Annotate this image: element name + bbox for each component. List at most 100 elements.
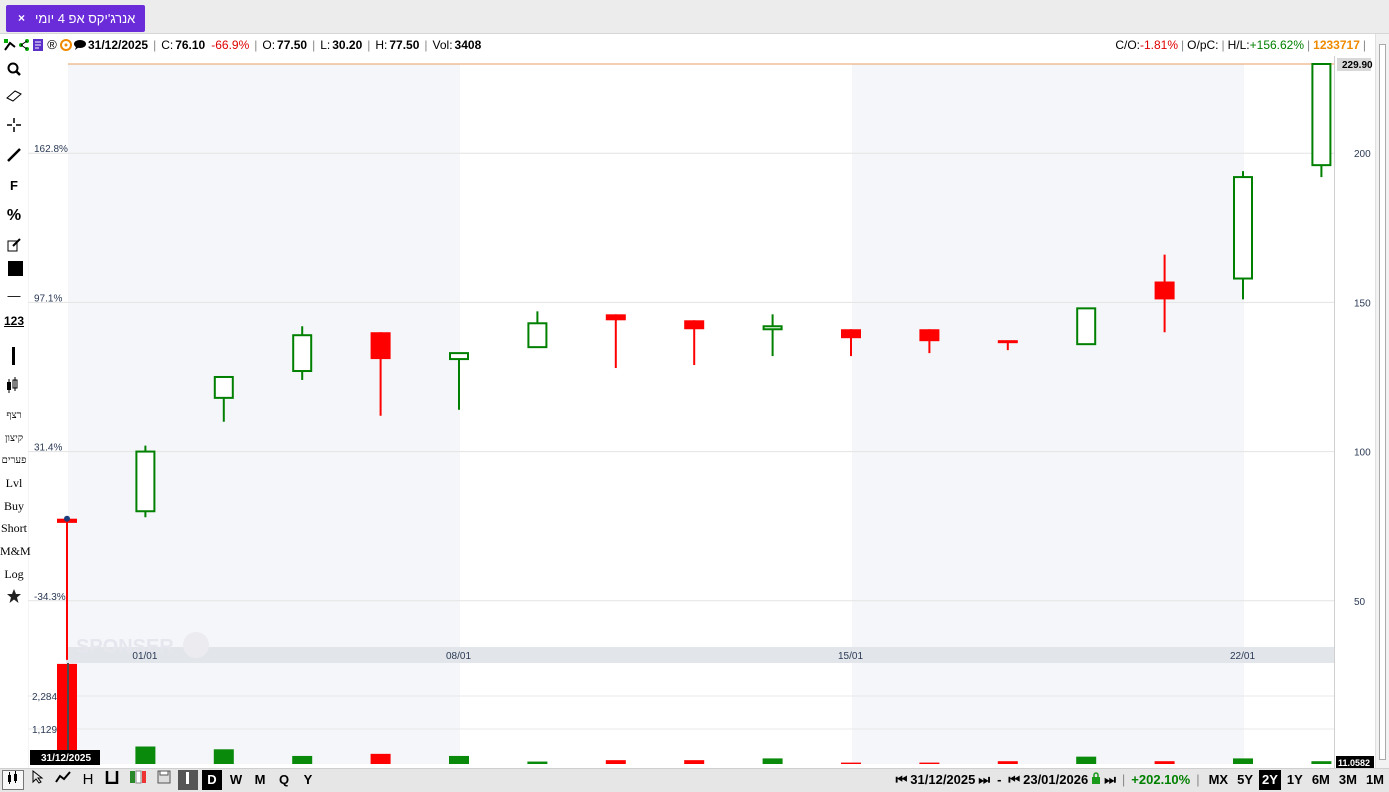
volume-axis-tick: 1,129 — [32, 725, 57, 736]
registered-icon[interactable]: ® — [46, 38, 58, 51]
chart-type-icon[interactable] — [4, 39, 16, 51]
range-2y[interactable]: 2Y — [1259, 770, 1281, 790]
close-value: 76.10 — [175, 38, 206, 52]
change-value: -66.9% — [211, 38, 250, 52]
edit-icon[interactable] — [0, 238, 28, 255]
candle-body-16 — [1311, 63, 1332, 167]
volume-axis-tick: 2,284 — [32, 692, 57, 703]
cursor-icon[interactable] — [28, 769, 48, 790]
info-date: 31/12/2025 — [88, 38, 149, 52]
lock-icon[interactable] — [1091, 769, 1101, 791]
range-1m[interactable]: 1M — [1363, 770, 1387, 790]
candle-13 — [1076, 307, 1097, 346]
top-tab-bar: אנרג'יקס אפ 4 יומי × — [0, 0, 1389, 34]
left-toolbar: F % — 123 רצף קיצון פערים Lvl Buy Short … — [0, 56, 31, 768]
color-bars-icon[interactable] — [126, 770, 150, 790]
volume-bar-7 — [605, 760, 626, 764]
rezef-tool[interactable]: רצף — [0, 410, 28, 421]
x-axis-strip — [66, 647, 1334, 663]
candle-3 — [292, 326, 313, 380]
to-date[interactable]: 23/01/2026 — [1023, 769, 1088, 791]
star-icon[interactable] — [0, 589, 28, 606]
scrollbar-thumb[interactable] — [1379, 44, 1386, 760]
open-value: 77.50 — [277, 38, 308, 52]
right-axis-tick: 150 — [1354, 298, 1371, 309]
to-prev-icon[interactable]: ⏮ — [1008, 769, 1020, 791]
color-swatch[interactable] — [0, 260, 28, 281]
watermark-text: SPONSER — [76, 636, 174, 658]
document-icon[interactable] — [32, 39, 44, 51]
log-tool[interactable]: Log — [0, 567, 28, 582]
clock-icon[interactable] — [60, 39, 72, 51]
chart-tab[interactable]: אנרג'יקס אפ 4 יומי × — [6, 5, 146, 32]
eraser-icon[interactable] — [0, 90, 28, 105]
right-axis-tick: 50 — [1354, 597, 1366, 608]
volume-bar-16 — [1311, 761, 1332, 764]
weekly-button[interactable]: W — [226, 770, 246, 790]
vertical-line-tool[interactable] — [0, 347, 28, 368]
yearly-button[interactable]: Y — [298, 770, 318, 790]
share-icon[interactable] — [18, 39, 30, 51]
percent-tool[interactable]: % — [0, 207, 28, 225]
save-icon[interactable] — [154, 770, 174, 790]
buy-tool[interactable]: Buy — [0, 499, 28, 514]
close-tab-icon[interactable]: × — [18, 5, 25, 32]
lvl-tool[interactable]: Lvl — [0, 476, 28, 491]
volume-bar-1 — [135, 746, 156, 764]
vol-label: Vol: — [432, 38, 453, 52]
volume-bar-4 — [370, 753, 391, 764]
range-mx[interactable]: MX — [1206, 770, 1232, 790]
line-chart-icon[interactable] — [52, 770, 74, 790]
candle-body-5 — [449, 352, 469, 361]
range-1y[interactable]: 1Y — [1284, 770, 1306, 790]
line-tool-icon[interactable] — [0, 148, 28, 165]
range-3m[interactable]: 3M — [1336, 770, 1360, 790]
volume-bar-9 — [762, 758, 783, 764]
from-next-icon[interactable]: ⏭ — [978, 769, 990, 791]
short-tool[interactable]: Short — [0, 521, 28, 536]
horizontal-line-tool[interactable]: — — [0, 288, 28, 303]
hlc-icon[interactable]: H — [78, 770, 98, 790]
volume-value-label: 11.0582 — [1338, 758, 1370, 768]
open-label: O: — [262, 38, 276, 52]
monthly-button[interactable]: M — [250, 770, 270, 790]
candle-7 — [605, 314, 626, 369]
candle-type-button[interactable] — [2, 770, 24, 790]
intraday-button[interactable] — [178, 770, 198, 790]
fibonacci-tool[interactable]: F — [0, 178, 28, 193]
vol-value: 3408 — [454, 38, 482, 52]
volume-bar-2 — [213, 749, 234, 764]
to-end-icon[interactable]: ⏭ — [1104, 769, 1116, 791]
candle-9 — [762, 314, 783, 357]
left-axis-tick: 162.8% — [34, 144, 68, 155]
paarim-tool[interactable]: פערים — [0, 455, 28, 466]
low-label: L: — [320, 38, 331, 52]
bottom-toolbar: H D W M Q Y ⏮ 31/12/2025 ⏭ - ⏮ 23/01/202… — [0, 768, 1389, 792]
mm-tool[interactable]: M&M — [0, 544, 31, 559]
candle-body-14 — [1154, 281, 1175, 300]
rewind-start-icon[interactable]: ⏮ — [896, 769, 908, 791]
kitzun-tool[interactable]: קיצון — [0, 433, 28, 444]
right-axis-tick: 200 — [1354, 149, 1371, 160]
candlestick-chart[interactable]: SPONSER 162.8% 97.1% 31.4% -34.3% 200 150 100 5… — [0, 56, 1375, 768]
volume-bar-13 — [1076, 756, 1097, 764]
bar-style-icon[interactable] — [102, 770, 122, 790]
crosshair-icon[interactable] — [0, 118, 28, 135]
quarterly-button[interactable]: Q — [274, 770, 294, 790]
vertical-scrollbar[interactable] — [1375, 34, 1389, 768]
security-id: 1233717 — [1313, 38, 1360, 52]
daily-button[interactable]: D — [202, 770, 222, 790]
range-6m[interactable]: 6M — [1309, 770, 1333, 790]
co-value: -1.81% — [1140, 38, 1179, 52]
comment-icon[interactable] — [74, 39, 86, 51]
from-date[interactable]: 31/12/2025 — [910, 769, 975, 791]
search-icon[interactable] — [0, 62, 28, 79]
candle-body-4 — [370, 332, 391, 360]
numbers-tool[interactable]: 123 — [0, 314, 28, 328]
candle-body-7 — [605, 314, 626, 321]
range-5y[interactable]: 5Y — [1234, 770, 1256, 790]
candle-style-icon[interactable] — [0, 376, 28, 397]
candle-body-12 — [997, 340, 1018, 344]
candle-body-1 — [135, 450, 156, 513]
hl-label: H/L: — [1227, 38, 1250, 52]
